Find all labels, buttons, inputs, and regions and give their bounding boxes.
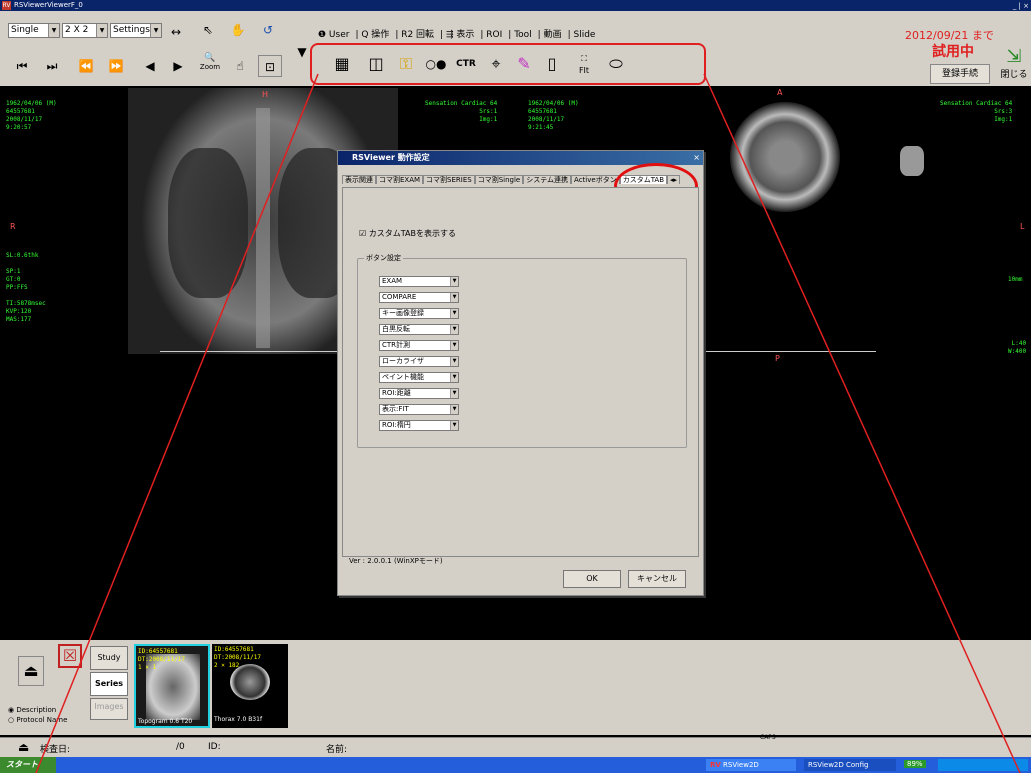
annotation-lines	[35, 73, 1021, 773]
